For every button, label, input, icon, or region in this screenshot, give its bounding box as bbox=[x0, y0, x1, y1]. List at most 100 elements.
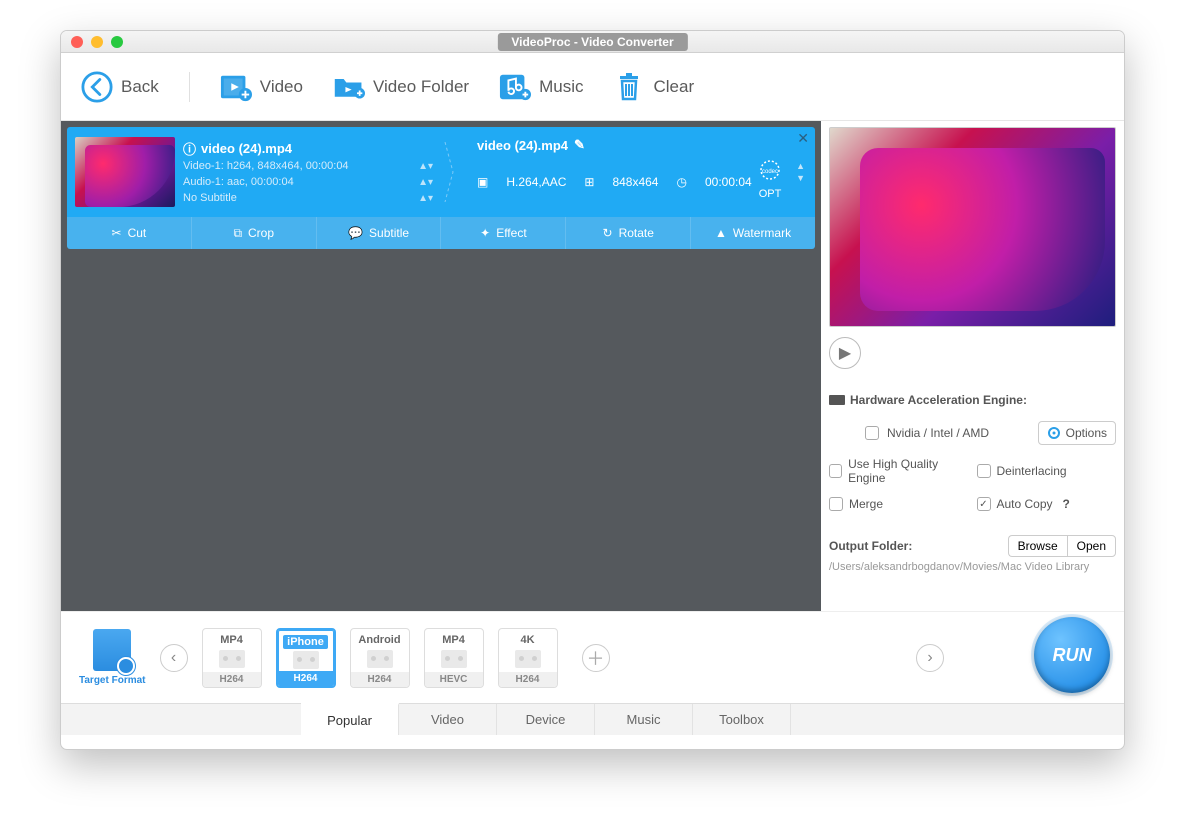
deinterlace-checkbox[interactable] bbox=[977, 464, 991, 478]
add-video-folder-button[interactable]: Video Folder bbox=[333, 71, 469, 103]
gear-icon bbox=[1047, 426, 1061, 440]
remove-item-button[interactable]: ✕ bbox=[797, 130, 809, 147]
output-folder-path: /Users/aleksandrbogdanov/Movies/Mac Vide… bbox=[829, 561, 1116, 573]
window-title: VideoProc - Video Converter bbox=[497, 33, 687, 51]
hw-vendor-checkbox[interactable] bbox=[865, 426, 879, 440]
video-plus-icon bbox=[220, 71, 252, 103]
add-video-button[interactable]: Video bbox=[220, 71, 303, 103]
preview-panel: ▶ Hardware Acceleration Engine: Nvidia /… bbox=[821, 121, 1124, 611]
video-folder-label: Video Folder bbox=[373, 77, 469, 97]
chip-icon bbox=[829, 395, 845, 405]
output-duration: 00:00:04 bbox=[705, 175, 752, 189]
video-track-selector[interactable]: ▲▾ bbox=[418, 161, 433, 172]
tab-music[interactable]: Music bbox=[595, 704, 693, 735]
source-video-info: Video-1: h264, 848x464, 00:00:04 bbox=[183, 160, 349, 172]
open-button[interactable]: Open bbox=[1067, 535, 1116, 557]
target-format-icon bbox=[93, 629, 131, 671]
video-list-panel: ✕ ⓘ video (24).mp4 Video-1: h264, 848x464… bbox=[61, 121, 821, 611]
tab-device[interactable]: Device bbox=[497, 704, 595, 735]
effect-icon: ✦ bbox=[480, 226, 490, 240]
preview-image bbox=[829, 127, 1116, 327]
format-iphone-h264[interactable]: iPhoneH264 bbox=[276, 628, 336, 688]
add-format-button[interactable]: ＋ bbox=[582, 644, 610, 672]
watermark-button[interactable]: ▲Watermark bbox=[691, 217, 815, 249]
opt-label: OPT bbox=[755, 188, 785, 200]
info-icon: ⓘ bbox=[183, 139, 196, 158]
cut-button[interactable]: ✂Cut bbox=[67, 217, 192, 249]
rotate-button[interactable]: ↻Rotate bbox=[566, 217, 691, 249]
output-filename: video (24).mp4 bbox=[477, 138, 568, 153]
format-mp4-hevc[interactable]: MP4HEVC bbox=[424, 628, 484, 688]
autocopy-label: Auto Copy bbox=[997, 497, 1053, 511]
merge-checkbox[interactable] bbox=[829, 497, 843, 511]
video-label: Video bbox=[260, 77, 303, 97]
browse-button[interactable]: Browse bbox=[1008, 535, 1067, 557]
film-icon bbox=[219, 650, 245, 668]
source-filename: video (24).mp4 bbox=[201, 141, 292, 156]
film-icon bbox=[515, 650, 541, 668]
formats-next-button[interactable]: › bbox=[916, 644, 944, 672]
output-folder-label: Output Folder: bbox=[829, 539, 912, 553]
deinterlace-label: Deinterlacing bbox=[997, 464, 1067, 478]
format-mp4-h264[interactable]: MP4H264 bbox=[202, 628, 262, 688]
hq-engine-label: Use High Quality Engine bbox=[848, 457, 968, 485]
gear-icon: codec bbox=[755, 155, 785, 185]
tab-popular[interactable]: Popular bbox=[301, 703, 399, 735]
video-item[interactable]: ✕ ⓘ video (24).mp4 Video-1: h264, 848x464… bbox=[67, 127, 815, 249]
add-music-button[interactable]: Music bbox=[499, 71, 583, 103]
subtitle-track-selector[interactable]: ▲▾ bbox=[418, 193, 433, 204]
source-audio-info: Audio-1: aac, 00:00:04 bbox=[183, 176, 294, 188]
svg-text:codec: codec bbox=[762, 169, 778, 175]
rotate-icon: ↻ bbox=[603, 226, 613, 240]
format-android-h264[interactable]: AndroidH264 bbox=[350, 628, 410, 688]
arrow-divider-icon bbox=[443, 142, 455, 202]
options-button[interactable]: Options bbox=[1038, 421, 1116, 445]
titlebar: VideoProc - Video Converter bbox=[61, 31, 1124, 53]
source-subtitle-info: No Subtitle bbox=[183, 192, 237, 204]
autocopy-checkbox[interactable]: ✓ bbox=[977, 497, 991, 511]
output-resolution: 848x464 bbox=[612, 175, 658, 189]
rename-icon[interactable]: ✎ bbox=[574, 137, 585, 153]
film-icon bbox=[441, 650, 467, 668]
target-format-indicator: Target Format bbox=[79, 629, 146, 686]
music-label: Music bbox=[539, 77, 583, 97]
back-arrow-icon bbox=[81, 71, 113, 103]
hq-engine-checkbox[interactable] bbox=[829, 464, 842, 478]
hw-accel-title: Hardware Acceleration Engine: bbox=[850, 393, 1027, 407]
clear-button[interactable]: Clear bbox=[613, 71, 694, 103]
source-thumbnail bbox=[75, 137, 175, 207]
target-format-label: Target Format bbox=[79, 675, 146, 686]
subtitle-icon: 💬 bbox=[348, 226, 363, 240]
effect-button[interactable]: ✦Effect bbox=[441, 217, 566, 249]
maximize-window-button[interactable] bbox=[111, 36, 123, 48]
subtitle-button[interactable]: 💬Subtitle bbox=[317, 217, 442, 249]
play-button[interactable]: ▶ bbox=[829, 337, 861, 369]
close-window-button[interactable] bbox=[71, 36, 83, 48]
formats-prev-button[interactable]: ‹ bbox=[160, 644, 188, 672]
audio-track-selector[interactable]: ▲▾ bbox=[418, 177, 433, 188]
merge-label: Merge bbox=[849, 497, 883, 511]
crop-icon: ⧉ bbox=[233, 226, 242, 241]
crop-button[interactable]: ⧉Crop bbox=[192, 217, 317, 249]
tab-video[interactable]: Video bbox=[399, 704, 497, 735]
run-button[interactable]: RUN bbox=[1034, 617, 1110, 693]
folder-plus-icon bbox=[333, 71, 365, 103]
toolbar: Back Video Video Folder Music bbox=[61, 53, 1124, 121]
watermark-icon: ▲ bbox=[715, 226, 727, 240]
minimize-window-button[interactable] bbox=[91, 36, 103, 48]
codec-options-button[interactable]: codec OPT ▲▼ bbox=[755, 155, 785, 200]
tab-toolbox[interactable]: Toolbox bbox=[693, 704, 791, 735]
film-icon bbox=[367, 650, 393, 668]
trash-icon bbox=[613, 71, 645, 103]
separator bbox=[189, 72, 190, 102]
format-category-tabs: Popular Video Device Music Toolbox bbox=[61, 703, 1124, 735]
move-down-button[interactable]: ▼ bbox=[796, 173, 805, 183]
resolution-icon: ⊞ bbox=[584, 175, 594, 189]
music-plus-icon bbox=[499, 71, 531, 103]
format-4k-h264[interactable]: 4KH264 bbox=[498, 628, 558, 688]
help-icon[interactable]: ? bbox=[1063, 497, 1070, 511]
codec-icon: ▣ bbox=[477, 175, 488, 189]
back-button[interactable]: Back bbox=[81, 71, 159, 103]
film-icon bbox=[293, 651, 319, 669]
move-up-button[interactable]: ▲ bbox=[796, 161, 805, 171]
